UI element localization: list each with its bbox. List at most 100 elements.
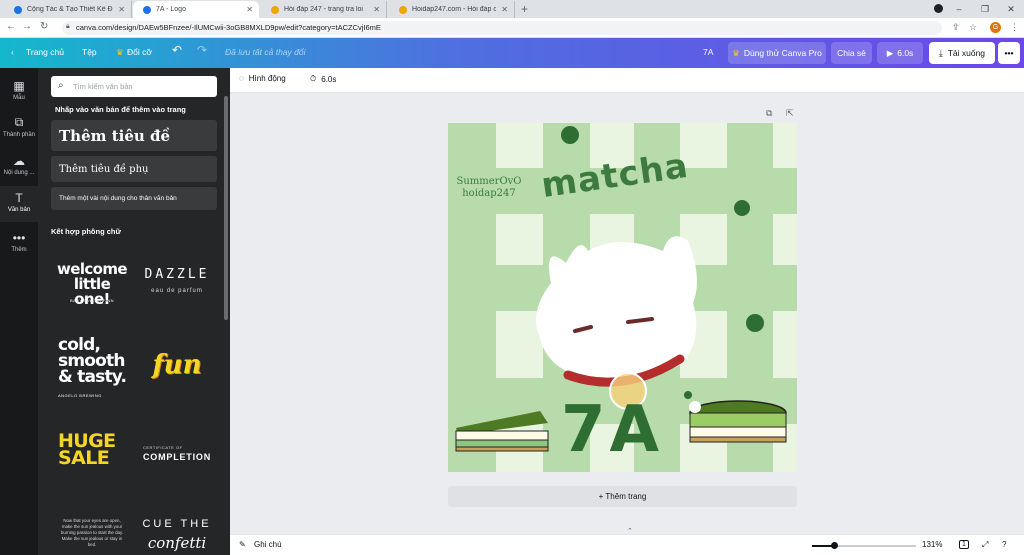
animate-button[interactable]: ◌ Hình động bbox=[239, 74, 286, 83]
help-icon[interactable]: ? bbox=[1002, 540, 1006, 549]
crown-icon: ♛ bbox=[732, 47, 740, 58]
close-icon[interactable]: ✕ bbox=[246, 5, 253, 14]
play-duration: 6.0s bbox=[897, 48, 914, 58]
combo-confetti[interactable]: confetti bbox=[140, 534, 214, 552]
upload-icon: ☁ bbox=[13, 154, 25, 168]
more-icon: ••• bbox=[12, 231, 26, 245]
add-body-text-button[interactable]: Thêm một vài nội dung cho thân văn bản bbox=[51, 187, 217, 210]
combo-dazzle[interactable]: DAZZLE bbox=[140, 267, 214, 282]
resize-button[interactable]: Đổi cỡ bbox=[127, 47, 152, 57]
share-button[interactable]: Chia sẻ bbox=[831, 42, 872, 64]
url-text: canva.com/design/DAEw5BFnzee/-IlUMCwii-3… bbox=[76, 23, 381, 32]
browser-tab[interactable]: Hoidap247.com - Hỏi đáp online ✕ bbox=[389, 1, 515, 18]
try-pro-button[interactable]: ♛ Dùng thử Canva Pro bbox=[728, 42, 826, 64]
notes-button[interactable]: Ghi chú bbox=[254, 540, 282, 549]
class-name-text[interactable]: 7A bbox=[561, 393, 663, 467]
browser-tab-active[interactable]: 7A - Logo ✕ bbox=[133, 1, 259, 18]
new-tab-icon[interactable]: + bbox=[521, 2, 528, 16]
design-title[interactable]: 7A bbox=[703, 47, 713, 57]
add-page-button[interactable]: + Thêm trang bbox=[448, 486, 797, 507]
browser-tab[interactable]: Hỏi đáp 247 - trang tra loi ✕ bbox=[261, 1, 387, 18]
combo-completion[interactable]: COMPLETION bbox=[143, 452, 219, 462]
url-input[interactable]: 🔒︎ canva.com/design/DAEw5BFnzee/-IlUMCwi… bbox=[62, 21, 942, 35]
timer-icon: ⏱ bbox=[310, 74, 317, 83]
combo-welcome-sub[interactable]: BABY TAYLOR FINN bbox=[55, 298, 129, 303]
combo-cold-sub[interactable]: ANGELO BREWING bbox=[58, 393, 130, 398]
text-panel: ⌕ Tìm kiếm văn bản Nhấp vào văn bản để t… bbox=[38, 68, 230, 555]
back-icon[interactable]: ← bbox=[6, 21, 16, 32]
media-indicator-icon[interactable] bbox=[934, 4, 943, 13]
browser-menu-icon[interactable]: ⋮ bbox=[1010, 22, 1019, 33]
share-page-icon[interactable]: ⇪ bbox=[952, 22, 960, 33]
browser-tab[interactable]: Cộng Tác & Tạo Thiết Kế Đồ Họa ✕ bbox=[4, 1, 132, 18]
share-label: Chia sẻ bbox=[837, 48, 866, 58]
tab-title: Hỏi đáp 247 - trang tra loi bbox=[284, 6, 363, 13]
redo-icon[interactable]: ↷ bbox=[197, 43, 207, 57]
add-subheading-button[interactable]: Thêm tiêu đề phụ bbox=[51, 156, 217, 182]
more-options-button[interactable]: ••• bbox=[998, 42, 1020, 64]
combo-paragraph[interactable]: Now that your eyes are open, make the su… bbox=[60, 518, 124, 548]
design-page[interactable]: SummerOvO hoidap247 matcha 7A bbox=[448, 123, 797, 472]
search-icon: ⌕ bbox=[58, 80, 64, 91]
download-button[interactable]: ⤓ Tải xuống bbox=[929, 42, 995, 64]
rail-item-templates[interactable]: ▦ Mẫu bbox=[0, 76, 38, 110]
search-placeholder: Tìm kiếm văn bản bbox=[73, 82, 133, 91]
rail-item-elements[interactable]: ⧉ Thành phần bbox=[0, 112, 38, 146]
window-controls: – ❐ ✕ bbox=[946, 0, 1024, 18]
combo-cue-the[interactable]: CUE THE bbox=[140, 518, 214, 530]
fullscreen-icon[interactable]: ⤢ bbox=[982, 540, 988, 550]
template-icon: ▦ bbox=[13, 79, 25, 93]
undo-icon[interactable]: ↶ bbox=[172, 43, 182, 57]
combo-cold-smooth[interactable]: cold, smooth & tasty. bbox=[58, 337, 130, 386]
rail-item-text[interactable]: T Văn bản bbox=[0, 186, 38, 222]
forward-icon[interactable]: → bbox=[22, 21, 32, 32]
home-button[interactable]: Trang chủ bbox=[26, 47, 64, 57]
panel-scrollbar[interactable] bbox=[224, 96, 228, 320]
combo-fun[interactable]: fun bbox=[140, 350, 214, 380]
watermark-text[interactable]: SummerOvO hoidap247 bbox=[456, 176, 522, 200]
maximize-icon[interactable]: ❐ bbox=[972, 4, 998, 15]
close-icon[interactable]: ✕ bbox=[501, 5, 508, 14]
duplicate-page-icon[interactable]: ⧉ bbox=[766, 108, 772, 119]
try-pro-label: Dùng thử Canva Pro bbox=[743, 48, 822, 58]
duration-button[interactable]: ⏱ 6.0s bbox=[310, 74, 336, 84]
combo-dazzle-sub[interactable]: eau de parfum bbox=[140, 288, 214, 294]
tab-title: Cộng Tác & Tạo Thiết Kế Đồ Họa bbox=[27, 6, 113, 13]
combo-huge-sale[interactable]: HUGE SALE bbox=[58, 432, 130, 468]
ellipsis-icon: ••• bbox=[1004, 48, 1014, 58]
page-number-button[interactable]: 1 bbox=[959, 540, 969, 549]
close-window-icon[interactable]: ✕ bbox=[998, 4, 1024, 15]
minimize-icon[interactable]: – bbox=[946, 4, 972, 14]
bottom-bar: ✎ Ghi chú 131% 1 ⤢ ? bbox=[230, 534, 1024, 555]
close-icon[interactable]: ✕ bbox=[118, 5, 125, 14]
text-icon: T bbox=[15, 191, 23, 205]
elements-icon: ⧉ bbox=[14, 115, 24, 129]
hoidap-favicon-icon bbox=[399, 5, 407, 14]
rail-label: Thêm bbox=[11, 247, 27, 253]
rail-item-more[interactable]: ••• Thêm bbox=[0, 228, 38, 262]
watermark-line: SummerOvO bbox=[456, 176, 522, 187]
play-button[interactable]: ▶ 6.0s bbox=[877, 42, 923, 64]
hoidap-favicon-icon bbox=[271, 5, 279, 14]
chevron-left-icon[interactable]: ‹ bbox=[11, 47, 14, 57]
combo-certificate[interactable]: CERTIFICATE OF bbox=[143, 445, 219, 450]
rail-item-uploads[interactable]: ☁ Nội dung ... bbox=[0, 151, 38, 185]
add-page-icon[interactable]: ⇱ bbox=[786, 108, 794, 119]
search-input[interactable]: ⌕ Tìm kiếm văn bản bbox=[51, 76, 217, 97]
close-icon[interactable]: ✕ bbox=[373, 5, 380, 14]
duration-label: 6.0s bbox=[321, 74, 337, 84]
add-heading-button[interactable]: Thêm tiêu đề bbox=[51, 120, 217, 151]
zoom-slider[interactable] bbox=[812, 542, 916, 549]
lock-icon[interactable]: 🔒︎ bbox=[66, 23, 70, 31]
reload-icon[interactable]: ↻ bbox=[40, 21, 48, 32]
canva-header: ‹ Trang chủ Tệp ♛ Đổi cỡ ↶ ↷ Đã lưu tất … bbox=[0, 38, 1024, 68]
profile-avatar[interactable]: G bbox=[990, 22, 1001, 33]
left-rail: ▦ Mẫu ⧉ Thành phần ☁ Nội dung ... T Văn … bbox=[0, 68, 38, 555]
zoom-slider-handle[interactable] bbox=[831, 542, 838, 549]
rail-label: Văn bản bbox=[7, 207, 31, 213]
bookmark-star-icon[interactable]: ☆ bbox=[969, 22, 977, 33]
file-menu-button[interactable]: Tệp bbox=[82, 47, 97, 57]
editor-toolbar: ◌ Hình động ⏱ 6.0s bbox=[230, 68, 1024, 93]
zoom-level[interactable]: 131% bbox=[922, 540, 942, 549]
notes-icon[interactable]: ✎ bbox=[239, 540, 246, 549]
